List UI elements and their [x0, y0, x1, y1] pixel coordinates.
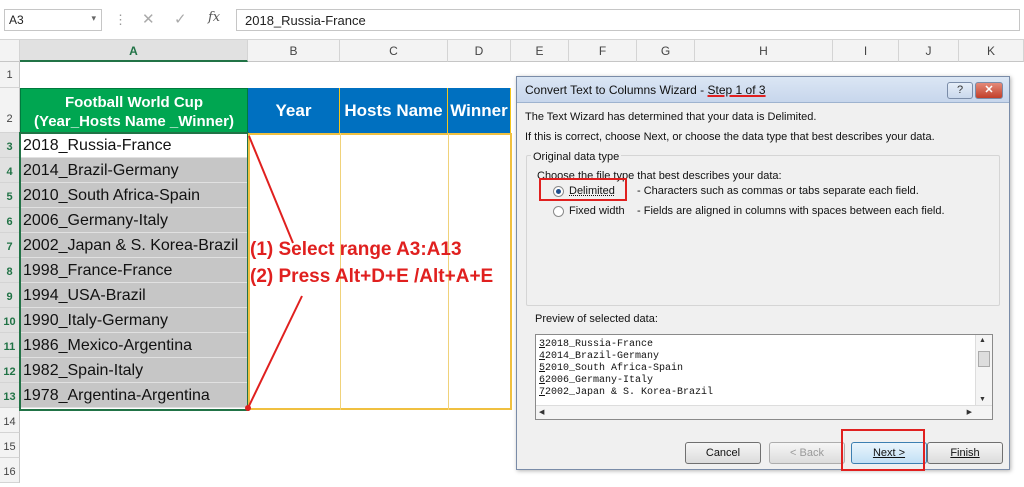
fixed-width-description: - Fields are aligned in columns with spa…	[637, 205, 945, 217]
insert-function-icon[interactable]: fx	[208, 10, 220, 25]
scroll-right-icon[interactable]: ▶	[967, 408, 972, 416]
preview-row: 62006_Germany-Italy	[539, 375, 653, 386]
column-header-g[interactable]: G	[637, 40, 695, 62]
dialog-intro-line-1: The Text Wizard has determined that your…	[525, 111, 816, 123]
column-header-k[interactable]: K	[959, 40, 1024, 62]
scroll-up-icon[interactable]: ▲	[979, 337, 986, 344]
confirm-entry-icon[interactable]: ✓	[174, 10, 187, 28]
close-button[interactable]: ✕	[975, 82, 1003, 99]
scroll-down-icon[interactable]: ▼	[979, 396, 986, 403]
preview-row: 42014_Brazil-Germany	[539, 351, 659, 362]
text-to-columns-dialog: Convert Text to Columns Wizard - Step 1 …	[516, 76, 1010, 470]
name-box[interactable]: A3 ▾	[4, 9, 102, 31]
annotation-step-2: (2) Press Alt+D+E /Alt+A+E	[250, 266, 493, 288]
group-label: Original data type	[531, 151, 621, 163]
formula-bar: A3 ▾ ⋮ ✕ ✓ fx 2018_Russia-France	[0, 0, 1024, 40]
dialog-step-indicator: Step 1 of 3	[708, 83, 766, 97]
name-box-dropdown-icon[interactable]: ▾	[91, 13, 96, 24]
cancel-entry-icon[interactable]: ✕	[142, 10, 155, 28]
column-header-i[interactable]: I	[833, 40, 899, 62]
cancel-button[interactable]: Cancel	[685, 442, 761, 464]
preview-row: 72002_Japan & S. Korea-Brazil	[539, 387, 713, 398]
delimited-description: - Characters such as commas or tabs sepa…	[637, 185, 919, 197]
preview-horizontal-scrollbar[interactable]: ◀ ▶	[536, 405, 993, 419]
data-preview[interactable]: 32018_Russia-France 42014_Brazil-Germany…	[535, 334, 993, 420]
formula-value: 2018_Russia-France	[245, 13, 366, 28]
annotation-arrows	[0, 40, 520, 483]
column-header-h[interactable]: H	[695, 40, 833, 62]
preview-row: 52010_South Africa-Spain	[539, 363, 683, 374]
finish-button[interactable]: Finish	[927, 442, 1003, 464]
formula-input[interactable]: 2018_Russia-France	[236, 9, 1020, 31]
help-button[interactable]: ?	[947, 82, 973, 99]
scroll-thumb[interactable]	[978, 351, 990, 367]
preview-label: Preview of selected data:	[535, 313, 658, 325]
next-highlight-box	[841, 429, 925, 471]
preview-row: 32018_Russia-France	[539, 339, 653, 350]
dialog-title: Convert Text to Columns Wizard -	[525, 83, 708, 97]
formula-bar-separator-icon: ⋮	[114, 12, 127, 28]
dialog-titlebar[interactable]: Convert Text to Columns Wizard - Step 1 …	[517, 77, 1009, 103]
annotation-step-1: (1) Select range A3:A13	[250, 239, 462, 261]
name-box-value: A3	[9, 13, 24, 27]
delimited-highlight-box	[539, 178, 627, 201]
preview-vertical-scrollbar[interactable]: ▲ ▼	[975, 335, 992, 405]
column-header-f[interactable]: F	[569, 40, 637, 62]
scroll-left-icon[interactable]: ◀	[539, 408, 544, 416]
column-header-j[interactable]: J	[899, 40, 959, 62]
fixed-width-radio[interactable]	[553, 206, 564, 217]
dialog-intro-line-2: If this is correct, choose Next, or choo…	[525, 131, 935, 143]
back-button[interactable]: < Back	[769, 442, 845, 464]
fixed-width-label[interactable]: Fixed width	[569, 205, 625, 217]
